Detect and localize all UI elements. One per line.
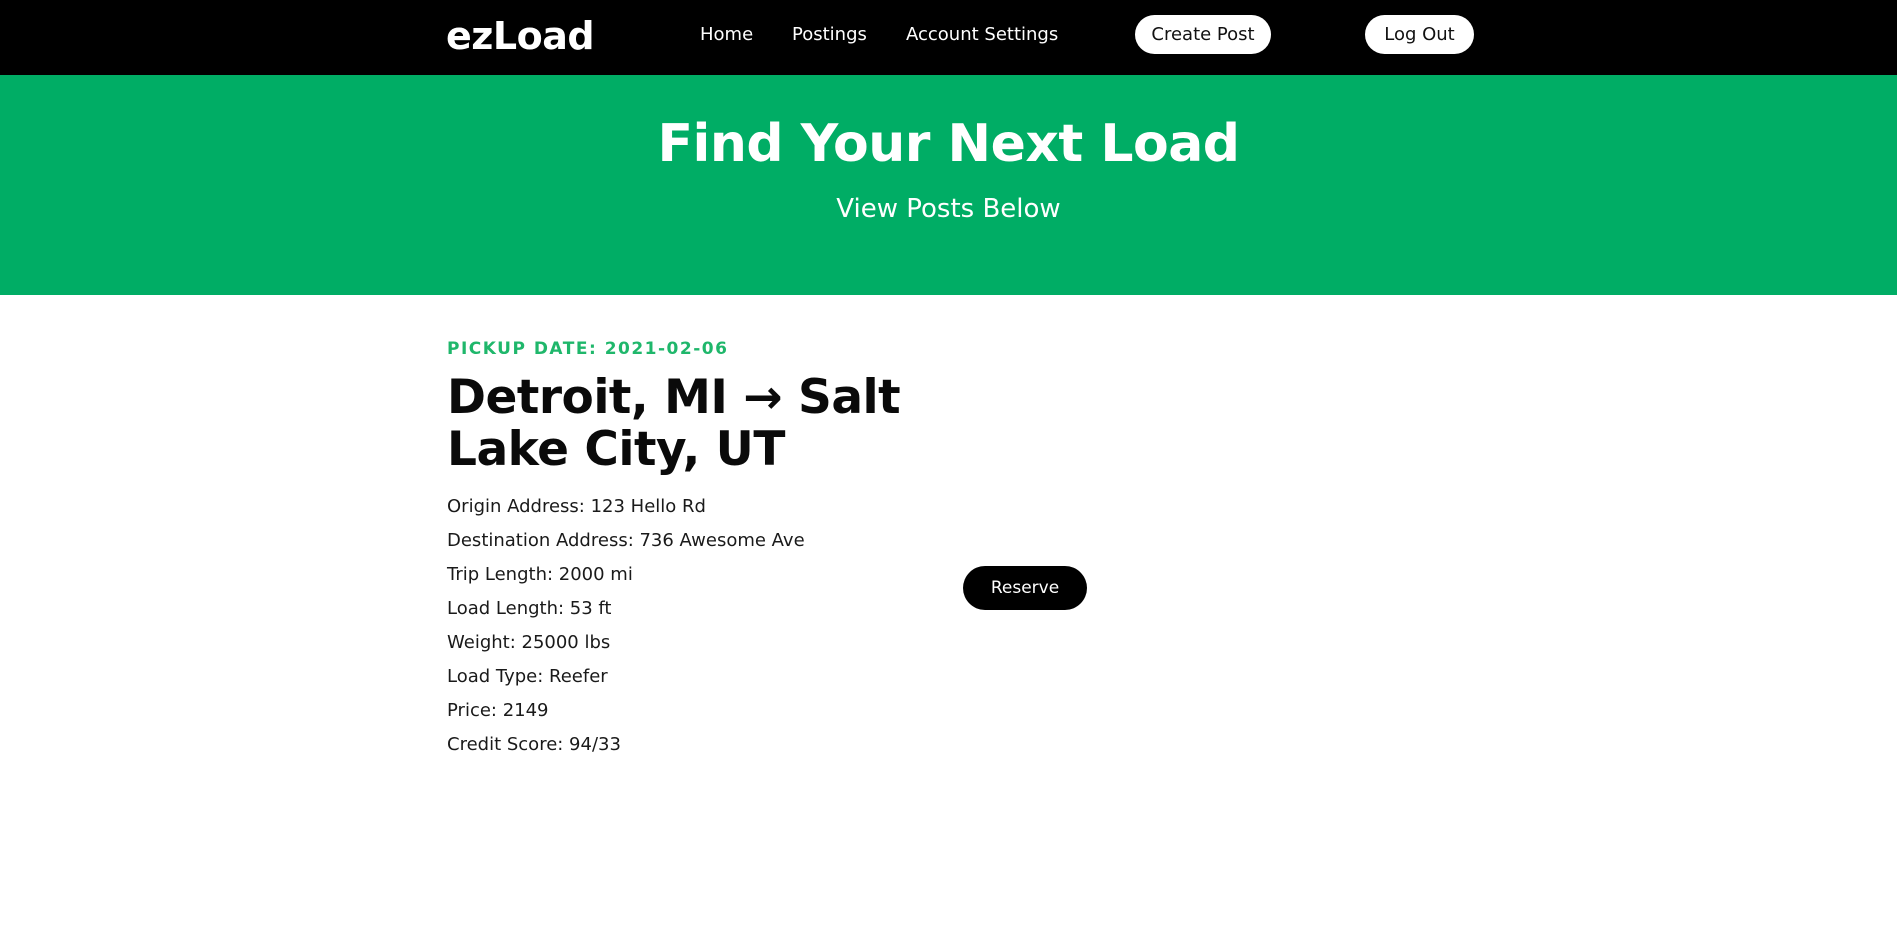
origin-address: Origin Address: 123 Hello Rd: [447, 496, 706, 517]
hero-banner: Find Your Next Load View Posts Below: [0, 75, 1897, 295]
post-details: Origin Address: 123 Hello Rd Destination…: [447, 490, 1007, 762]
nav-link-postings[interactable]: Postings: [792, 24, 867, 46]
destination-address: Destination Address: 736 Awesome Ave: [447, 530, 805, 551]
price: Price: 2149: [447, 700, 549, 721]
top-navbar: ezLoad Home Postings Account Settings Cr…: [0, 0, 1897, 75]
load-length: Load Length: 53 ft: [447, 598, 612, 619]
pickup-date: PICKUP DATE: 2021-02-06: [447, 339, 729, 359]
load-post-card: PICKUP DATE: 2021-02-06 Detroit, MI → Sa…: [447, 338, 1007, 762]
weight: Weight: 25000 lbs: [447, 632, 611, 653]
credit-score: Credit Score: 94/33: [447, 734, 621, 755]
brand-logo[interactable]: ezLoad: [446, 14, 595, 58]
nav-link-account-settings[interactable]: Account Settings: [906, 24, 1058, 46]
trip-length: Trip Length: 2000 mi: [447, 564, 633, 585]
hero-title: Find Your Next Load: [657, 114, 1240, 174]
load-type: Load Type: Reefer: [447, 666, 608, 687]
create-post-button[interactable]: Create Post: [1135, 15, 1271, 54]
hero-subtitle: View Posts Below: [836, 194, 1061, 224]
route-title: Detroit, MI → Salt Lake City, UT: [447, 370, 901, 477]
log-out-button[interactable]: Log Out: [1365, 15, 1474, 54]
nav-link-home[interactable]: Home: [700, 24, 753, 46]
reserve-button[interactable]: Reserve: [963, 566, 1087, 610]
